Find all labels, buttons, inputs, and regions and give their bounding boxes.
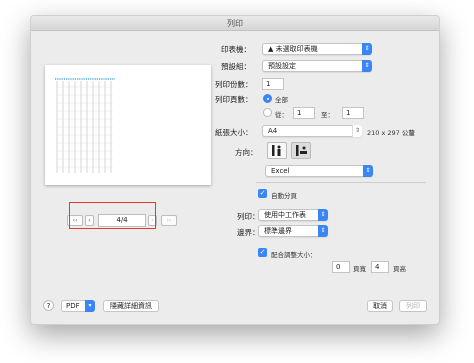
preview-grid	[55, 78, 115, 173]
popup-arrows-icon: ⇕	[363, 165, 373, 177]
presets-value: 預設設定	[268, 62, 296, 70]
pdf-menu-button[interactable]: PDF ▾	[61, 300, 95, 312]
landscape-button[interactable]	[291, 142, 311, 159]
paper-dimensions: 210 x 297 公釐	[367, 129, 415, 137]
landscape-icon	[296, 145, 307, 156]
annotation-highlight-box	[69, 202, 156, 229]
chevron-down-icon: ▾	[85, 300, 95, 312]
paper-size-popup[interactable]: A4 ⇕	[262, 125, 362, 137]
section-divider	[256, 182, 426, 183]
paper-size-label: 紙張大小：	[215, 128, 253, 137]
popup-arrows-icon: ⇕	[318, 225, 328, 237]
hide-details-button[interactable]: 隱藏詳細資訊	[103, 300, 159, 312]
popup-arrows-icon: ⇕	[352, 125, 362, 137]
pages-tall-field[interactable]: 4	[371, 261, 389, 273]
margins-label: 邊界：	[237, 228, 260, 237]
page-preview	[45, 65, 211, 185]
printer-label: 印表機：	[221, 45, 251, 54]
fit-to-checkbox[interactable]: ✓	[258, 248, 267, 257]
pages-range-radio[interactable]	[263, 108, 272, 117]
copies-label: 列印份數：	[215, 80, 253, 89]
pages-tall-label: 頁高	[393, 265, 406, 273]
printer-popup[interactable]: ▲ 未選取印表機 ⇕	[262, 43, 372, 55]
window-title: 列印	[31, 16, 439, 31]
portrait-icon	[272, 145, 281, 156]
print-what-value: 使用中工作表	[264, 211, 306, 219]
print-what-label: 列印：	[237, 212, 260, 221]
pages-wide-field[interactable]: 0	[332, 261, 350, 273]
pages-all-label: 全部	[275, 96, 288, 104]
cancel-button[interactable]: 取消	[367, 300, 393, 312]
pages-label: 列印頁數：	[215, 95, 253, 104]
pages-from-field[interactable]: 1	[293, 107, 315, 119]
margins-value: 標準邊界	[264, 227, 292, 235]
help-button[interactable]: ?	[43, 300, 54, 311]
print-dialog: 列印 ‹‹ ‹ 4/4 › ›› 印表機： ▲ 未選取印表機 ⇕ 預設組： 預設…	[30, 15, 440, 325]
print-button[interactable]: 列印	[399, 300, 427, 312]
printer-value: ▲ 未選取印表機	[268, 45, 318, 53]
last-page-button[interactable]: ››	[161, 215, 177, 226]
pages-all-radio[interactable]	[263, 94, 272, 103]
presets-popup[interactable]: 預設設定 ⇕	[262, 60, 372, 72]
app-section-value: Excel	[271, 167, 290, 175]
margins-popup[interactable]: 標準邊界 ⇕	[258, 225, 328, 237]
pages-to-field[interactable]: 1	[342, 107, 364, 119]
app-section-popup[interactable]: Excel ⇕	[265, 165, 373, 177]
portrait-button[interactable]	[267, 142, 287, 159]
popup-arrows-icon: ⇕	[362, 60, 372, 72]
auto-collate-label: 自動分頁	[271, 192, 297, 200]
presets-label: 預設組：	[221, 62, 251, 71]
pages-wide-label: 頁寬	[353, 265, 366, 273]
popup-arrows-icon: ⇕	[318, 209, 328, 221]
pages-from-label: 從：	[275, 111, 288, 119]
popup-arrows-icon: ⇕	[362, 43, 372, 55]
pdf-label: PDF	[66, 302, 80, 310]
paper-size-value: A4	[268, 127, 278, 135]
copies-field[interactable]: 1	[262, 78, 284, 90]
orientation-label: 方向：	[235, 148, 258, 157]
print-what-popup[interactable]: 使用中工作表 ⇕	[258, 209, 328, 221]
pages-to-label: 至：	[321, 111, 334, 119]
fit-to-label: 配合調整大小：	[271, 251, 317, 259]
auto-collate-checkbox[interactable]: ✓	[258, 189, 267, 198]
